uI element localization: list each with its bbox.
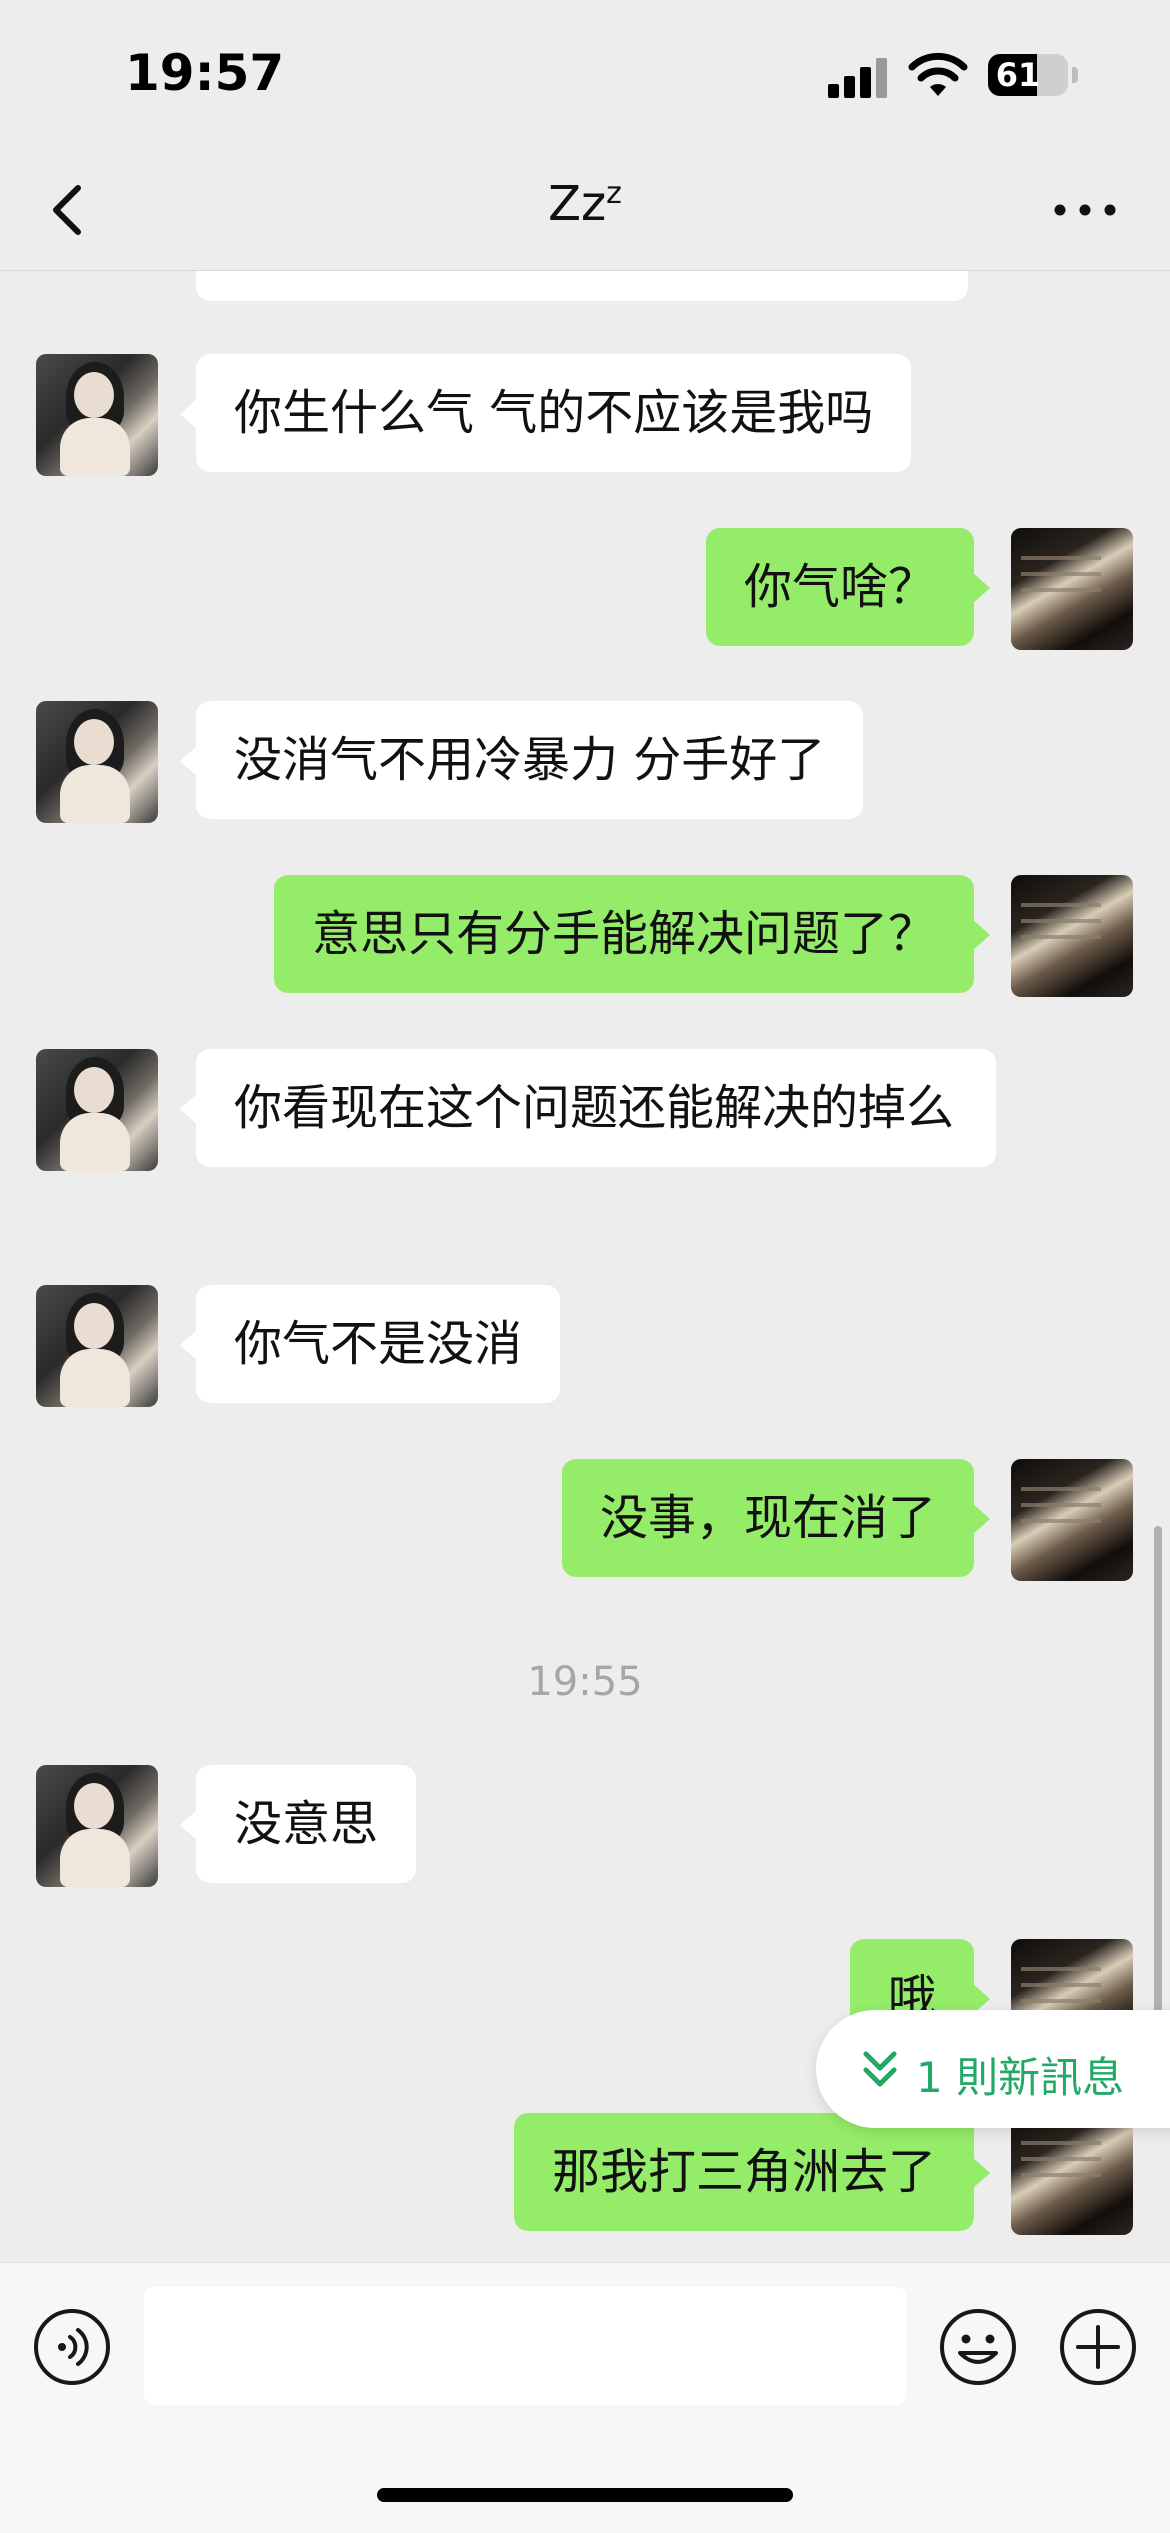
chat-title-text: Zz (548, 176, 607, 232)
contact-avatar[interactable] (36, 354, 158, 476)
chat-title-superscript: z (606, 176, 622, 211)
message-row: 意思只有分手能解决问题了？ (0, 875, 1170, 999)
incoming-bubble[interactable]: 没意思 (179, 1765, 417, 1883)
wifi-icon (908, 52, 968, 96)
my-avatar[interactable] (1011, 2113, 1133, 2235)
battery-percent: 61 (995, 56, 1041, 94)
new-messages-button[interactable]: 1 則新訊息 (816, 2010, 1170, 2128)
outgoing-bubble[interactable]: 没事，现在消了 (561, 1459, 991, 1577)
message-row: 你看现在这个问题还能解决的掉么 (0, 1049, 1170, 1235)
message-timestamp: 19:55 (527, 1659, 643, 1705)
double-chevron-down-icon (863, 2051, 897, 2087)
message-row: 那我打三角洲去了 (0, 2113, 1170, 2237)
home-indicator[interactable] (377, 2488, 793, 2502)
incoming-bubble[interactable]: 你生什么气 气的不应该是我吗 (179, 354, 912, 472)
contact-avatar[interactable] (36, 1285, 158, 1407)
cellular-signal-icon (828, 52, 888, 98)
outgoing-bubble[interactable]: 那我打三角洲去了 (513, 2113, 991, 2231)
voice-icon[interactable] (32, 2307, 112, 2387)
message-row: 没事，现在消了 (0, 1459, 1170, 1583)
status-time: 19:57 (125, 44, 285, 102)
message-row: 你气不是没消 (0, 1285, 1170, 1409)
my-avatar[interactable] (1011, 1459, 1133, 1581)
battery-icon: 61 (988, 54, 1068, 96)
outgoing-bubble[interactable]: 意思只有分手能解决问题了？ (273, 875, 991, 993)
incoming-bubble[interactable]: 你看现在这个问题还能解决的掉么 (180, 1049, 996, 1167)
incoming-bubble[interactable]: 没消气不用冷暴力 分手好了 (179, 701, 864, 819)
message-row: 你生什么气 气的不应该是我吗 (0, 354, 1170, 478)
message-row: 你气啥？ (0, 528, 1170, 652)
contact-avatar[interactable] (36, 701, 158, 823)
new-messages-label: 1 則新訊息 (916, 2053, 1125, 2102)
message-row: 没消气不用冷暴力 分手好了 (0, 701, 1170, 825)
battery-tip (1072, 67, 1078, 83)
chat-title: Zzz (0, 176, 1170, 232)
partial-bubble (196, 271, 968, 301)
nav-bar: Zzz (0, 150, 1170, 271)
my-avatar[interactable] (1011, 875, 1133, 997)
contact-avatar[interactable] (36, 1765, 158, 1887)
more-icon[interactable] (1050, 180, 1120, 240)
incoming-bubble[interactable]: 你气不是没消 (179, 1285, 561, 1403)
smiley-icon[interactable] (938, 2307, 1018, 2387)
chat-area[interactable]: 你生什么气 气的不应该是我吗 你气啥？ 没消气不用冷暴力 分手好了 意思只有分手… (0, 271, 1170, 2261)
contact-avatar[interactable] (36, 1049, 158, 1171)
scroll-indicator[interactable] (1154, 1526, 1162, 2026)
plus-icon[interactable] (1058, 2307, 1138, 2387)
message-row: 没意思 (0, 1765, 1170, 1889)
message-input[interactable] (144, 2287, 906, 2405)
outgoing-bubble[interactable]: 你气啥？ (705, 528, 991, 646)
my-avatar[interactable] (1011, 528, 1133, 650)
status-bar: 19:57 61 (0, 0, 1170, 150)
status-icons: 61 (828, 52, 1088, 102)
